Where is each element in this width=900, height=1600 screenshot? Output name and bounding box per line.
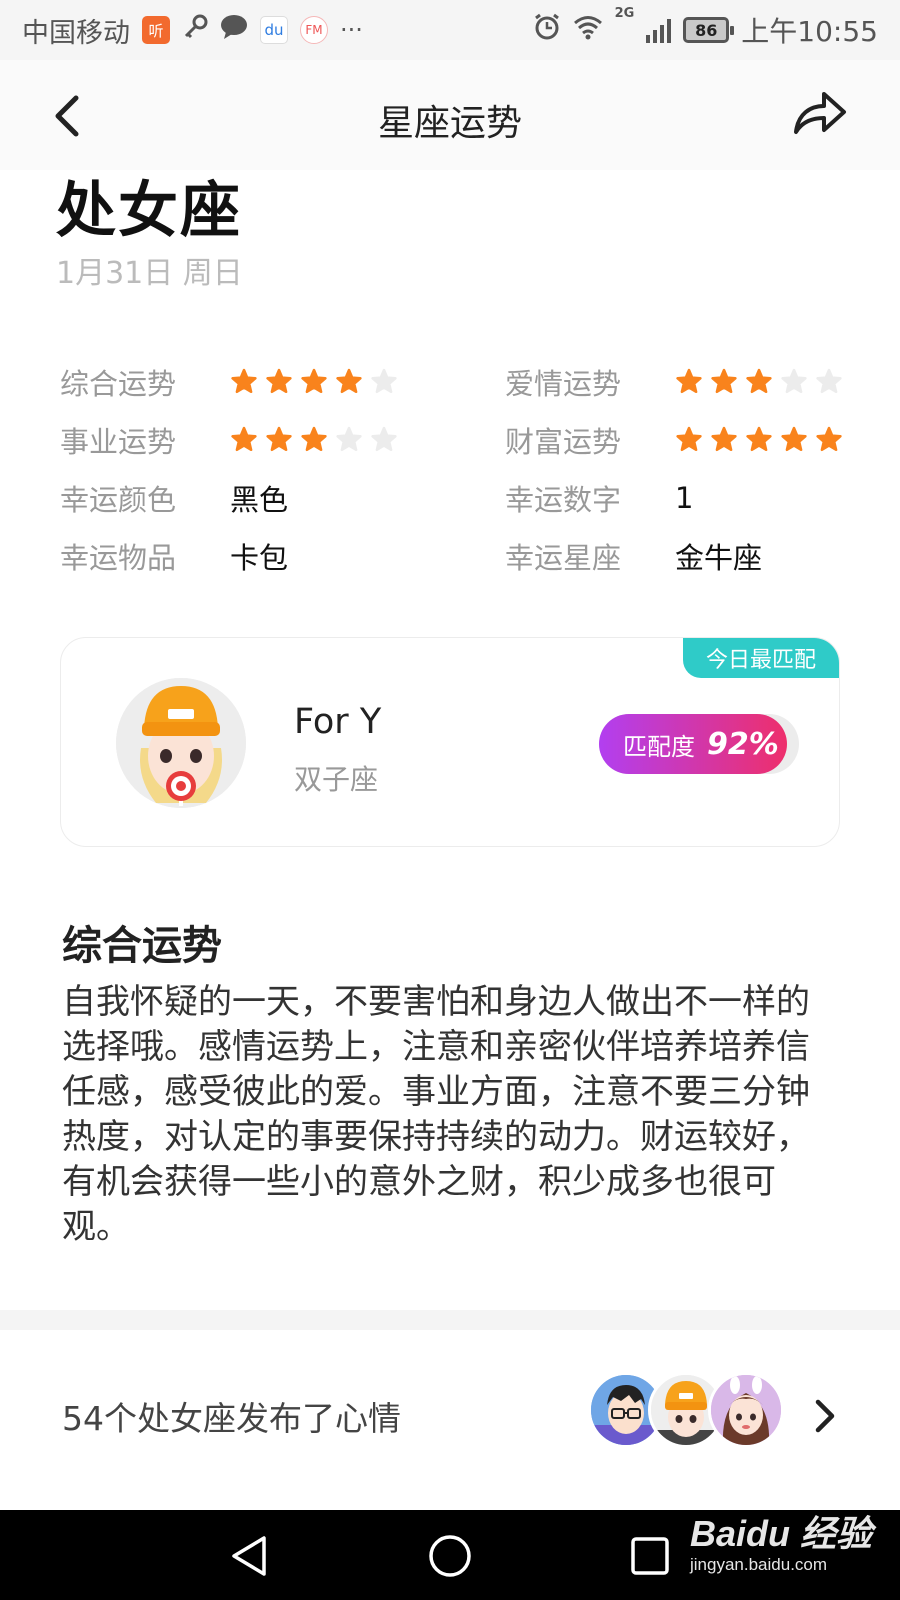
system-home-button[interactable] — [426, 1532, 474, 1580]
sign-date: 1月31日 周日 — [56, 256, 243, 291]
message-icon — [220, 14, 248, 46]
mood-avatar — [708, 1372, 784, 1448]
lucky-sign-label: 幸运星座 — [505, 541, 622, 575]
fortune-overall-label: 综合运势 — [60, 367, 177, 401]
match-name: For Y — [294, 702, 382, 742]
map-app-icon: du — [260, 16, 288, 44]
star-filled-icon — [336, 368, 362, 394]
system-back-button[interactable] — [226, 1532, 274, 1580]
lucky-sign: 幸运星座 金牛座 — [505, 536, 762, 576]
fortune-love-label: 爱情运势 — [505, 367, 622, 401]
status-bar: 中国移动 听 du FM ··· 2G 86 上午10:55 — [0, 0, 900, 60]
star-filled-icon — [231, 368, 257, 394]
avatar-image — [116, 678, 246, 808]
star-empty-icon — [816, 368, 842, 394]
fortune-wealth: 财富运势 — [505, 420, 843, 460]
watermark-sub: jingyan.baidu.com — [690, 1555, 828, 1574]
star-filled-icon — [266, 426, 292, 452]
star-filled-icon — [231, 426, 257, 452]
fortune-career-stars — [230, 426, 398, 454]
lucky-item-value: 卡包 — [230, 541, 289, 575]
key-icon — [182, 14, 208, 46]
match-score-label: 匹配度 — [623, 732, 695, 761]
lucky-color: 幸运颜色 黑色 — [60, 478, 288, 518]
fortune-overall: 综合运势 — [60, 362, 398, 402]
star-filled-icon — [676, 368, 702, 394]
more-notifications-icon: ··· — [340, 16, 363, 44]
mood-avatars — [588, 1372, 788, 1448]
star-filled-icon — [746, 426, 772, 452]
lucky-number-value: 1 — [675, 481, 694, 515]
status-left: 中国移动 听 du FM ··· — [22, 11, 363, 50]
star-filled-icon — [676, 426, 702, 452]
overview-title: 综合运势 — [62, 923, 222, 969]
star-filled-icon — [301, 368, 327, 394]
nav-bar: 星座运势 — [0, 60, 900, 170]
star-empty-icon — [371, 426, 397, 452]
star-filled-icon — [781, 426, 807, 452]
mood-arrow-button[interactable] — [812, 1396, 838, 1436]
share-icon — [794, 92, 846, 134]
baidu-watermark: Baidu 经验 jingyan.baidu.com — [690, 1505, 872, 1575]
lucky-item-label: 幸运物品 — [60, 541, 177, 575]
lucky-color-value: 黑色 — [230, 483, 289, 517]
network-type: 2G — [614, 6, 635, 21]
match-score-bar: 匹配度 92% — [599, 714, 787, 774]
page-title: 星座运势 — [377, 103, 522, 144]
fortune-wealth-stars — [675, 426, 843, 454]
match-card[interactable]: 今日最匹配 For Y 双子座 匹配度 92% — [60, 637, 840, 847]
star-empty-icon — [781, 368, 807, 394]
lucky-number: 幸运数字 1 — [505, 478, 693, 518]
star-filled-icon — [266, 368, 292, 394]
square-recents-icon — [631, 1537, 669, 1575]
chevron-right-icon — [815, 1399, 835, 1433]
fortune-career: 事业运势 — [60, 420, 398, 460]
fortune-overall-stars — [230, 368, 398, 396]
section-divider — [0, 1310, 900, 1330]
mood-row[interactable]: 54个处女座发布了心情 — [0, 1330, 900, 1510]
fm-app-icon: FM — [300, 16, 328, 44]
listen-app-icon: 听 — [142, 16, 170, 44]
signal-icon — [646, 17, 672, 43]
fortune-wealth-label: 财富运势 — [505, 425, 622, 459]
watermark-main: Baidu 经验 — [690, 1513, 873, 1554]
star-filled-icon — [711, 426, 737, 452]
fortune-career-label: 事业运势 — [60, 425, 177, 459]
star-empty-icon — [336, 426, 362, 452]
lucky-color-label: 幸运颜色 — [60, 483, 177, 517]
share-button[interactable] — [792, 88, 848, 140]
overview-body: 自我怀疑的一天，不要害怕和身边人做出不一样的选择哦。感情运势上，注意和亲密伙伴培… — [62, 982, 810, 1247]
lucky-sign-value: 金牛座 — [675, 541, 763, 575]
mood-text: 54个处女座发布了心情 — [62, 1399, 401, 1438]
mood-avatar-image — [711, 1375, 781, 1445]
carrier-label: 中国移动 — [22, 17, 130, 49]
fortune-love: 爱情运势 — [505, 362, 843, 402]
triangle-back-icon — [232, 1536, 266, 1576]
lucky-number-label: 幸运数字 — [505, 483, 622, 517]
match-score-value: 92% — [707, 726, 779, 762]
system-recents-button[interactable] — [626, 1532, 674, 1580]
match-sign: 双子座 — [294, 763, 379, 796]
status-right: 2G 86 上午10:55 — [533, 6, 878, 50]
wifi-icon — [573, 14, 603, 46]
best-match-badge: 今日最匹配 — [683, 638, 839, 678]
star-filled-icon — [746, 368, 772, 394]
star-filled-icon — [711, 368, 737, 394]
star-empty-icon — [371, 368, 397, 394]
star-filled-icon — [301, 426, 327, 452]
fortune-love-stars — [675, 368, 843, 396]
circle-home-icon — [429, 1535, 471, 1577]
star-filled-icon — [816, 426, 842, 452]
battery-icon: 86 — [683, 17, 735, 43]
avatar[interactable] — [116, 678, 246, 808]
alarm-icon — [533, 13, 561, 47]
clock: 上午10:55 — [741, 15, 878, 48]
lucky-item: 幸运物品 卡包 — [60, 536, 288, 576]
sign-title: 处女座 — [56, 176, 242, 246]
battery-level: 86 — [695, 20, 718, 40]
